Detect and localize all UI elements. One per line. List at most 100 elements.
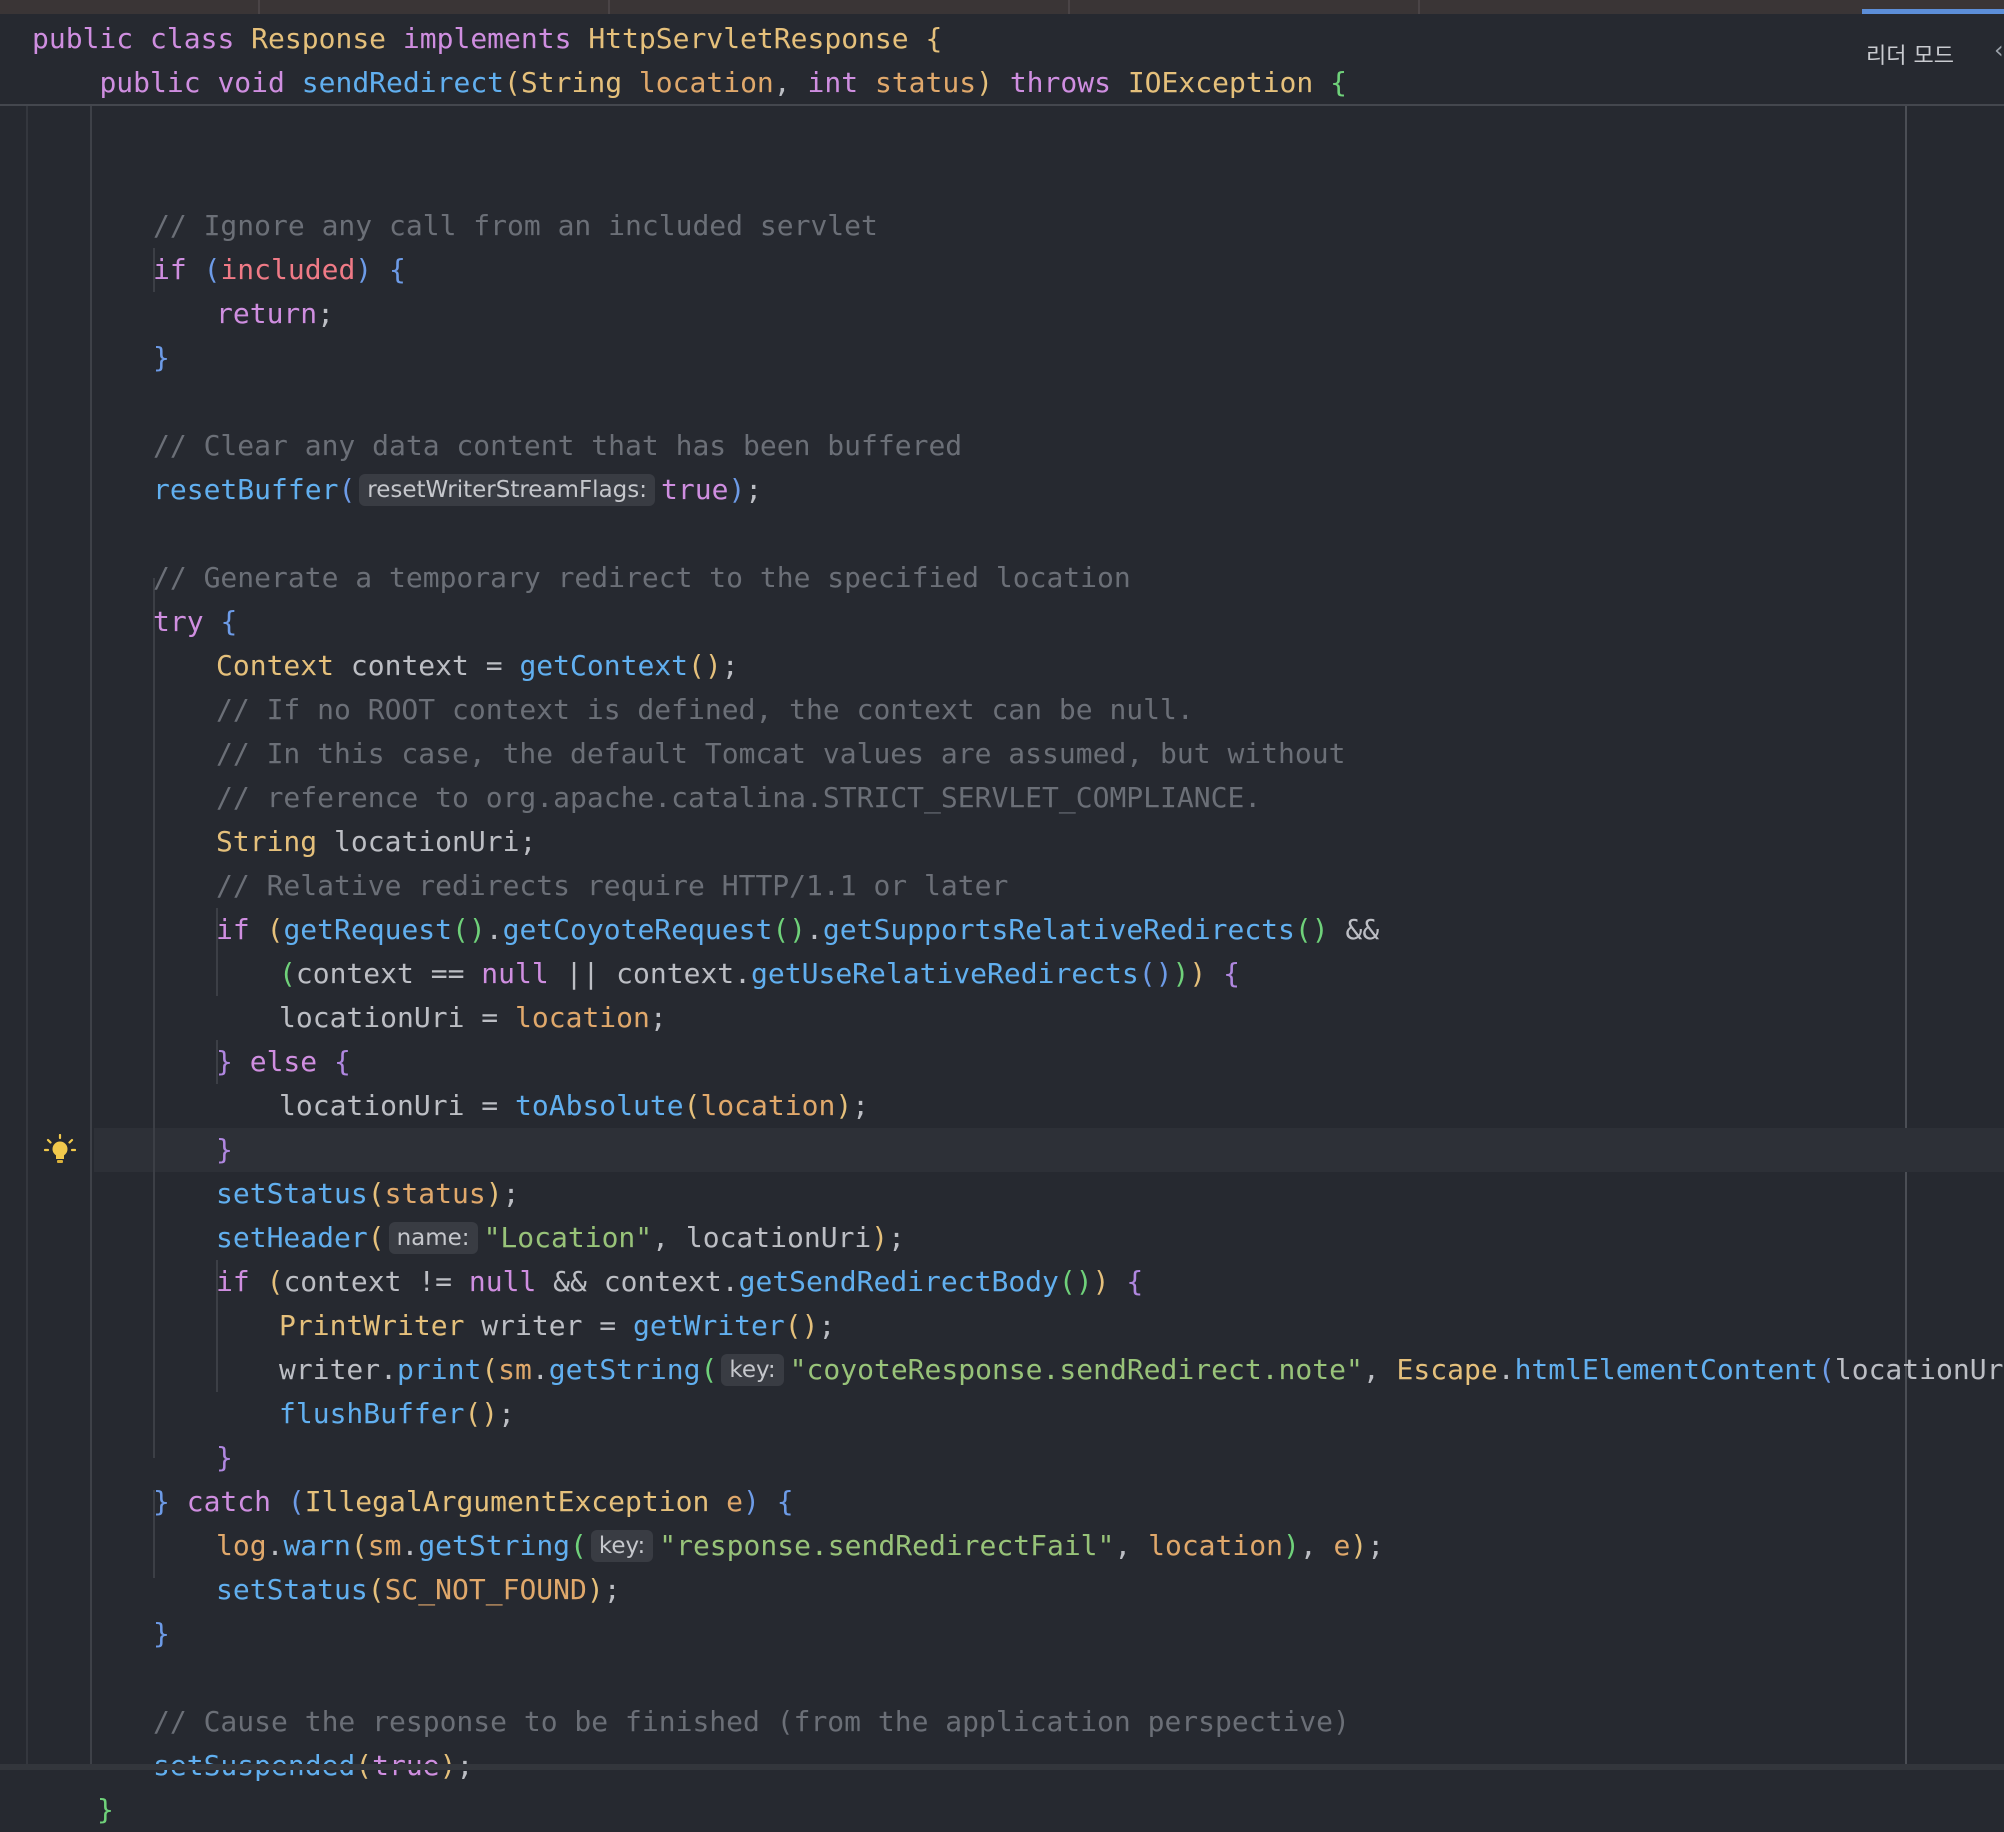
code-line[interactable]: }: [0, 1612, 2004, 1656]
code-line[interactable]: [0, 380, 2004, 424]
code-line[interactable]: // reference to org.apache.catalina.STRI…: [0, 776, 2004, 820]
code-token: .: [531, 1353, 549, 1386]
code-line-content: (context == null || context.getUseRelati…: [279, 952, 1240, 996]
code-line[interactable]: setStatus(SC_NOT_FOUND);: [0, 1568, 2004, 1612]
code-token: included: [220, 253, 356, 286]
code-token: sm: [498, 1353, 532, 1386]
code-token: .: [485, 913, 503, 946]
code-token: SC_NOT_FOUND: [384, 1573, 587, 1606]
reader-mode-button[interactable]: 리더 모드: [1866, 38, 1954, 70]
code-line-content: }: [153, 336, 170, 380]
code-token: }: [216, 1133, 233, 1166]
code-line[interactable]: // Cause the response to be finished (fr…: [0, 1700, 2004, 1744]
code-token: ,: [1362, 1353, 1397, 1386]
code-token: ): [976, 66, 993, 99]
code-token: getCoyoteRequest: [502, 913, 773, 946]
code-line[interactable]: writer.print(sm.getString(key: "coyoteRes…: [0, 1348, 2004, 1392]
code-token: Escape: [1396, 1353, 1498, 1386]
chevron-left-icon[interactable]: ‹: [1994, 36, 2004, 64]
code-line[interactable]: if (included) {: [0, 248, 2004, 292]
code-token: {: [1126, 1265, 1144, 1298]
code-token: context !=: [283, 1265, 469, 1298]
code-token: null: [481, 957, 549, 990]
code-token: ;: [502, 1177, 520, 1210]
sticky-scope-header[interactable]: public class Response implements HttpSer…: [0, 14, 2004, 106]
code-token: locationUri: [1834, 1353, 2004, 1386]
code-token: ;: [317, 297, 335, 330]
code-line[interactable]: resetBuffer(resetWriterStreamFlags: true)…: [0, 468, 2004, 512]
code-line-content: // Generate a temporary redirect to the …: [153, 556, 1131, 600]
code-line[interactable]: }: [0, 1128, 2004, 1172]
code-line[interactable]: locationUri = toAbsolute(location);: [0, 1084, 2004, 1128]
code-line[interactable]: flushBuffer();: [0, 1392, 2004, 1436]
code-line[interactable]: PrintWriter writer = getWriter();: [0, 1304, 2004, 1348]
code-line[interactable]: setStatus(status);: [0, 1172, 2004, 1216]
code-line[interactable]: locationUri = location;: [0, 996, 2004, 1040]
code-line[interactable]: if (getRequest().getCoyoteRequest().getS…: [0, 908, 2004, 952]
code-token: // Generate a temporary redirect to the …: [153, 561, 1131, 594]
code-token: {: [1223, 957, 1240, 990]
code-line[interactable]: setHeader(name: "Location", locationUri);: [0, 1216, 2004, 1260]
bottom-border: [0, 1764, 2004, 1770]
code-line[interactable]: try {: [0, 600, 2004, 644]
code-line[interactable]: // Generate a temporary redirect to the …: [0, 556, 2004, 600]
code-token: writer.: [279, 1353, 398, 1386]
code-line[interactable]: return;: [0, 292, 2004, 336]
tab-divider: [1418, 0, 1420, 14]
code-token: }: [153, 1485, 170, 1518]
code-line[interactable]: (context == null || context.getUseRelati…: [0, 952, 2004, 996]
code-token: String: [216, 825, 318, 858]
code-token: ,: [1299, 1529, 1334, 1562]
code-editor[interactable]: // Ignore any call from an included serv…: [0, 106, 2004, 1826]
code-line[interactable]: [0, 160, 2004, 204]
code-token: (): [1058, 1265, 1093, 1298]
code-token: (: [570, 1529, 587, 1562]
code-line[interactable]: }: [0, 1788, 2004, 1832]
code-token: else: [249, 1045, 318, 1078]
code-token: ): [728, 473, 746, 506]
code-token: getContext: [519, 649, 689, 682]
code-token: writer =: [464, 1309, 634, 1342]
code-line-content: locationUri = location;: [279, 996, 667, 1040]
code-token: ,: [773, 66, 808, 99]
code-line[interactable]: // Clear any data content that has been …: [0, 424, 2004, 468]
code-token: // Cause the response to be finished (fr…: [153, 1705, 1350, 1738]
code-line[interactable]: // Ignore any call from an included serv…: [0, 204, 2004, 248]
code-token: try: [153, 605, 204, 638]
code-line[interactable]: // Relative redirects require HTTP/1.1 o…: [0, 864, 2004, 908]
code-line[interactable]: [0, 1656, 2004, 1700]
code-line[interactable]: // In this case, the default Tomcat valu…: [0, 732, 2004, 776]
code-line[interactable]: }: [0, 336, 2004, 380]
code-token: ;: [498, 1397, 516, 1430]
code-token: Context: [216, 649, 335, 682]
code-line[interactable]: // If no ROOT context is defined, the co…: [0, 688, 2004, 732]
code-line[interactable]: [0, 512, 2004, 556]
code-line[interactable]: String locationUri;: [0, 820, 2004, 864]
code-line[interactable]: if (context != null && context.getSendRe…: [0, 1260, 2004, 1304]
code-token: ): [871, 1221, 889, 1254]
code-line[interactable]: }: [0, 1436, 2004, 1480]
code-lines[interactable]: // Ignore any call from an included serv…: [0, 160, 2004, 1832]
code-token: ;: [852, 1089, 870, 1122]
code-line[interactable]: } catch (IllegalArgumentException e) {: [0, 1480, 2004, 1524]
code-token: locationUri;: [317, 825, 537, 858]
sticky-line-class[interactable]: public class Response implements HttpSer…: [32, 17, 942, 61]
code-line[interactable]: Context context = getContext();: [0, 644, 2004, 688]
sticky-line-method[interactable]: public void sendRedirect(String location…: [32, 61, 1347, 105]
code-token: (: [481, 1353, 499, 1386]
code-line[interactable]: } else {: [0, 1040, 2004, 1084]
code-token: (: [367, 1221, 385, 1254]
code-token: .: [401, 1529, 419, 1562]
code-token: context ==: [295, 957, 482, 990]
code-line[interactable]: log.warn(sm.getString(key: "response.send…: [0, 1524, 2004, 1568]
code-line-content: // Ignore any call from an included serv…: [153, 204, 878, 248]
code-token: // Relative redirects require HTTP/1.1 o…: [216, 869, 1009, 902]
